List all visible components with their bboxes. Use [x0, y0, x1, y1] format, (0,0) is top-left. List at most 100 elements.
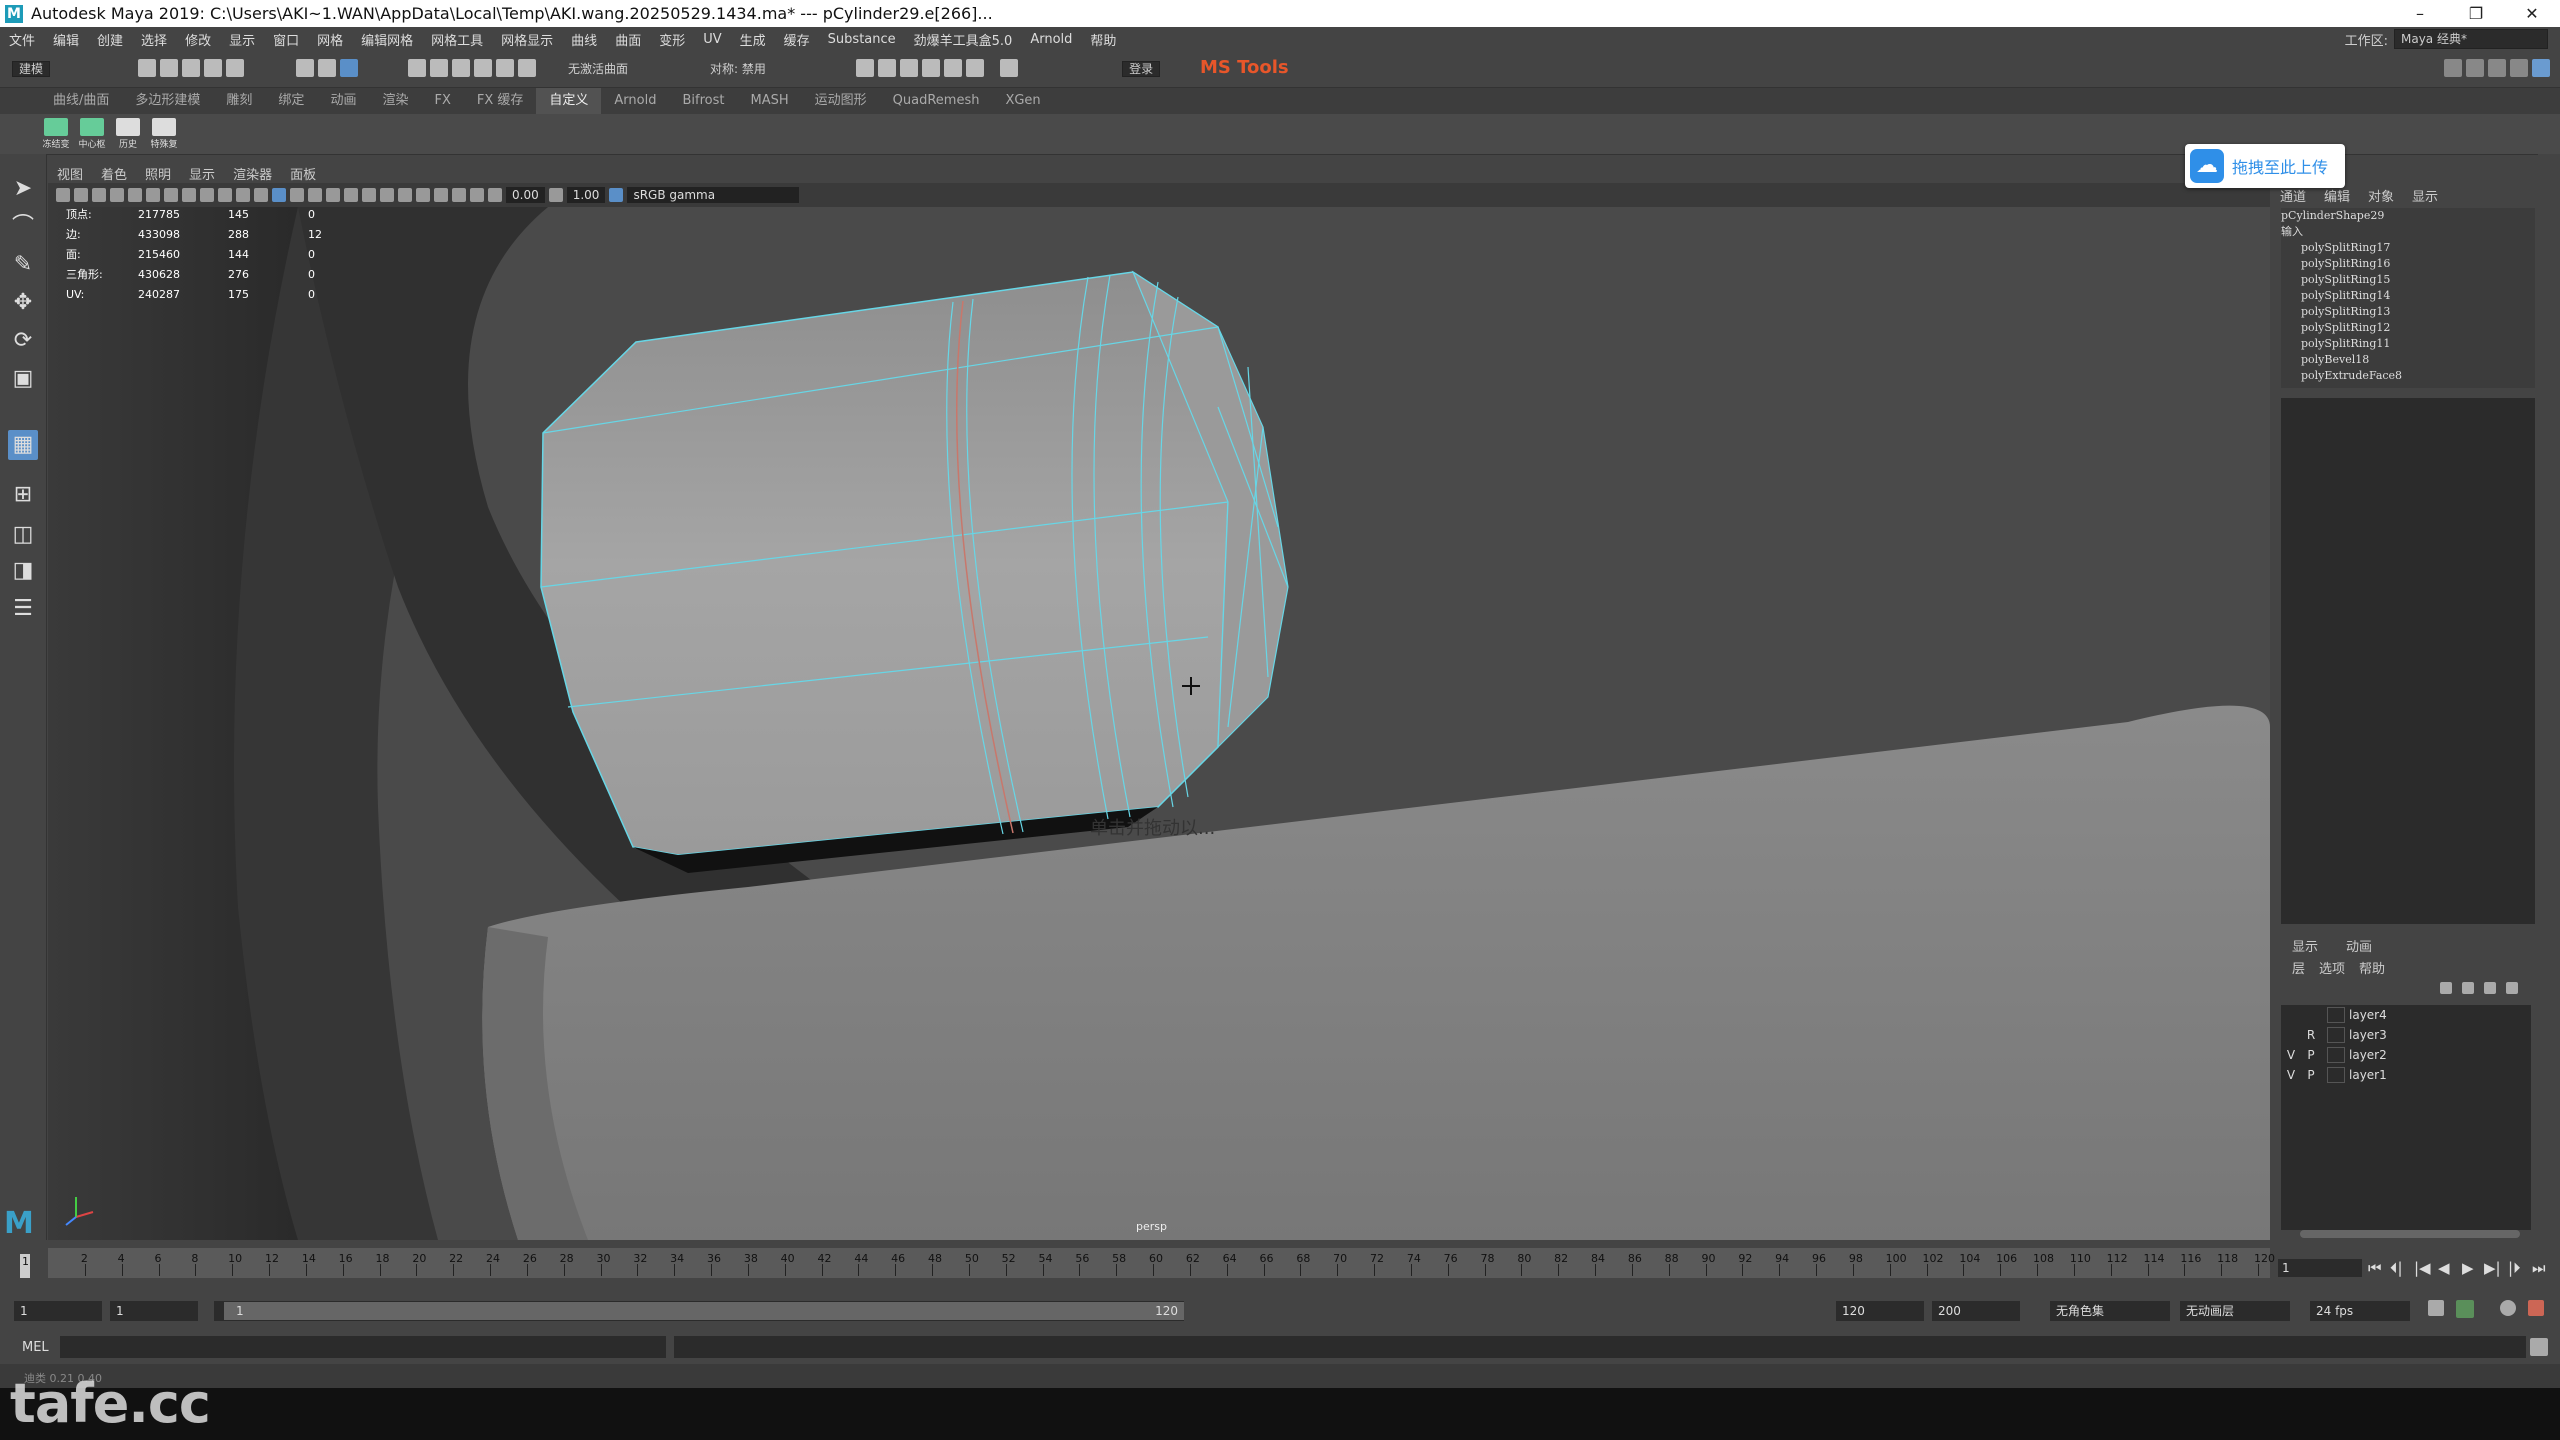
live-surface-label[interactable]: 无激活曲面 [568, 60, 628, 77]
vp-menu-lighting[interactable]: 照明 [136, 164, 180, 183]
snap-surface-icon[interactable] [496, 59, 514, 77]
shadows-icon[interactable] [344, 188, 358, 202]
select-tool-icon[interactable]: ➤ [8, 174, 38, 204]
ambient-occlusion-icon[interactable] [362, 188, 376, 202]
current-frame-marker[interactable]: 1 [20, 1254, 30, 1278]
sound-icon[interactable] [2528, 1300, 2544, 1316]
menu-arnold[interactable]: Arnold [1021, 32, 1081, 47]
play-forward-button[interactable]: ▶ [2462, 1259, 2474, 1277]
menu-deform[interactable]: 变形 [650, 30, 694, 49]
hypershade-icon[interactable] [922, 59, 940, 77]
menu-toolbox-plugin[interactable]: 劲爆羊工具盒5.0 [905, 30, 1022, 49]
menu-modify[interactable]: 修改 [176, 30, 220, 49]
selected-cylinder[interactable] [540, 271, 1229, 856]
grid-icon[interactable] [128, 188, 142, 202]
side-tab-strip[interactable] [2538, 154, 2560, 1244]
tab-poly-modeling[interactable]: 多边形建模 [122, 88, 213, 114]
snap-point-icon[interactable] [452, 59, 470, 77]
use-lights-icon[interactable] [326, 188, 340, 202]
current-frame-field[interactable]: 1 [2278, 1259, 2362, 1277]
default-material-icon[interactable] [290, 188, 304, 202]
tab-custom[interactable]: 自定义 [536, 88, 602, 114]
minimize-button[interactable]: – [2392, 0, 2448, 27]
new-layer-icon[interactable] [2484, 982, 2496, 994]
menu-surfaces[interactable]: 曲面 [606, 30, 650, 49]
menu-edit-mesh[interactable]: 编辑网格 [352, 30, 422, 49]
vp-menu-show[interactable]: 显示 [180, 164, 224, 183]
isolate-select-icon[interactable] [434, 188, 448, 202]
select-component-icon[interactable] [340, 59, 358, 77]
film-gate-icon[interactable] [146, 188, 160, 202]
playback-start-field[interactable]: 1 [110, 1301, 198, 1321]
rotate-tool-icon[interactable]: ⟳ [8, 326, 38, 356]
menu-uv[interactable]: UV [694, 32, 730, 47]
layer-row[interactable]: layer4 [2281, 1005, 2531, 1025]
wireframe-icon[interactable] [254, 188, 268, 202]
attribute-editor-icon[interactable] [2466, 59, 2484, 77]
xray-joints-icon[interactable] [470, 188, 484, 202]
bookmark-icon[interactable] [92, 188, 106, 202]
menu-mesh-display[interactable]: 网格显示 [492, 30, 562, 49]
tab-arnold[interactable]: Arnold [601, 88, 669, 114]
snap-plane-icon[interactable] [474, 59, 492, 77]
script-editor-icon[interactable] [2530, 1338, 2548, 1356]
menu-create[interactable]: 创建 [88, 30, 132, 49]
close-button[interactable]: ✕ [2504, 0, 2560, 27]
anti-aliasing-icon[interactable] [398, 188, 412, 202]
drag-upload-button[interactable]: ☁ 拖拽至此上传 [2185, 144, 2345, 188]
depth-of-field-icon[interactable] [416, 188, 430, 202]
tab-display-layers[interactable]: 显示 [2292, 936, 2318, 955]
move-layer-up-icon[interactable] [2440, 982, 2452, 994]
undo-icon[interactable] [204, 59, 222, 77]
single-perspective-layout-icon[interactable]: ▦ [8, 430, 38, 460]
tab-motion-graphics[interactable]: 运动图形 [802, 88, 880, 114]
anim-end-field[interactable]: 200 [1932, 1301, 2020, 1321]
view-transform-dropdown[interactable]: sRGB gamma [627, 187, 800, 203]
tab-rendering[interactable]: 渲染 [369, 88, 421, 114]
lasso-tool-icon[interactable]: ⌒ [8, 212, 38, 242]
center-pivot-button[interactable]: 中心枢 [76, 118, 108, 150]
render-icon[interactable] [856, 59, 874, 77]
step-forward-key-button[interactable]: |⏵ [2508, 1259, 2521, 1277]
step-back-frame-button[interactable]: |◀ [2414, 1259, 2431, 1277]
menu-file[interactable]: 文件 [0, 30, 44, 49]
safe-action-icon[interactable] [218, 188, 232, 202]
safe-title-icon[interactable] [236, 188, 250, 202]
new-scene-icon[interactable] [138, 59, 156, 77]
textured-icon[interactable] [308, 188, 322, 202]
cb-menu-edit[interactable]: 编辑 [2324, 186, 2350, 205]
menu-cache[interactable]: 缓存 [775, 30, 819, 49]
xray-icon[interactable] [452, 188, 466, 202]
gamma-field[interactable]: 1.00 [566, 187, 606, 203]
input-node[interactable]: polySplitRing14 [2281, 288, 2535, 304]
image-plane-icon[interactable] [110, 188, 124, 202]
layer-editor-icon[interactable] [2532, 59, 2550, 77]
menu-generate[interactable]: 生成 [731, 30, 775, 49]
field-chart-icon[interactable] [200, 188, 214, 202]
maximize-button[interactable]: ❐ [2448, 0, 2504, 27]
four-view-layout-icon[interactable]: ⊞ [8, 480, 38, 510]
step-forward-frame-button[interactable]: ▶| [2484, 1259, 2501, 1277]
anim-layer-dropdown[interactable]: 无动画层 [2180, 1301, 2290, 1321]
menu-mesh[interactable]: 网格 [308, 30, 352, 49]
loop-icon[interactable] [2428, 1300, 2444, 1316]
input-node[interactable]: polyExtrudeFace8 [2281, 368, 2535, 384]
tab-sculpting[interactable]: 雕刻 [213, 88, 265, 114]
ms-tools-logo[interactable]: MS Tools [1200, 57, 1289, 78]
tab-anim-layers[interactable]: 动画 [2346, 936, 2372, 955]
menu-display[interactable]: 显示 [220, 30, 264, 49]
redo-icon[interactable] [226, 59, 244, 77]
input-node[interactable]: polySplitRing11 [2281, 336, 2535, 352]
shape-node-name[interactable]: pCylinderShape29 [2281, 208, 2535, 224]
workspace-dropdown[interactable]: Maya 经典* [2394, 29, 2548, 49]
two-pane-layout-icon[interactable]: ◨ [8, 556, 38, 586]
resolution-gate-icon[interactable] [164, 188, 178, 202]
auto-key-icon[interactable] [2456, 1300, 2474, 1318]
step-back-key-button[interactable]: ⏴| [2390, 1259, 2403, 1277]
cb-menu-show[interactable]: 显示 [2412, 186, 2438, 205]
smooth-shade-icon[interactable] [272, 188, 286, 202]
input-node[interactable]: polySplitRing17 [2281, 240, 2535, 256]
vp-menu-shading[interactable]: 着色 [92, 164, 136, 183]
vp-menu-view[interactable]: 视图 [48, 164, 92, 183]
menu-windows[interactable]: 窗口 [264, 30, 308, 49]
